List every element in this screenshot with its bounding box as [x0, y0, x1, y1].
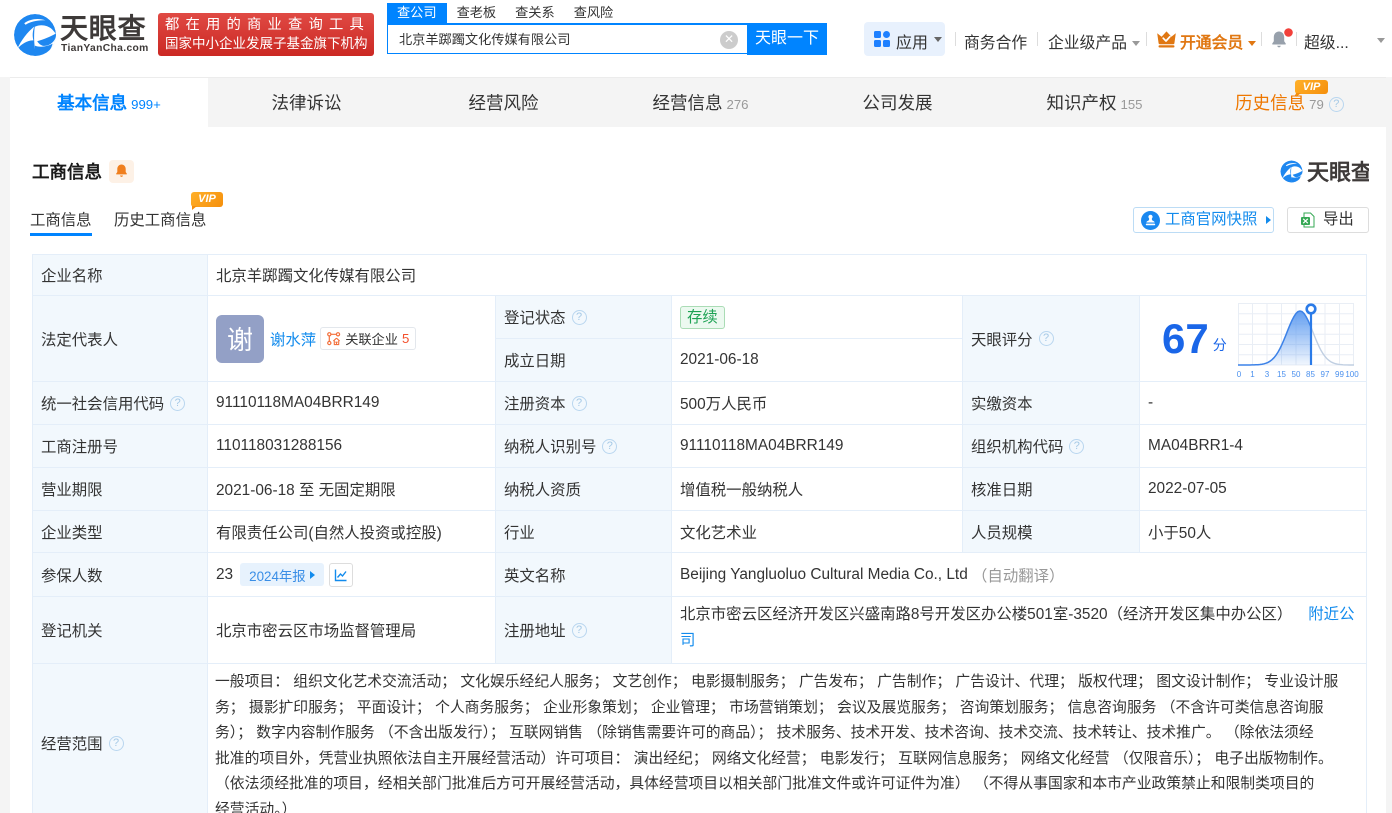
svg-text:15: 15 [1277, 370, 1286, 379]
svg-text:99: 99 [1335, 370, 1344, 379]
svg-text:97: 97 [1320, 370, 1329, 379]
svg-text:1: 1 [1250, 370, 1255, 379]
svg-text:100: 100 [1345, 370, 1359, 379]
svg-text:50: 50 [1291, 370, 1300, 379]
svg-text:3: 3 [1264, 370, 1269, 379]
svg-text:0: 0 [1236, 370, 1241, 379]
svg-text:85: 85 [1306, 370, 1315, 379]
svg-text:天眼查: 天眼查 [1307, 160, 1369, 184]
